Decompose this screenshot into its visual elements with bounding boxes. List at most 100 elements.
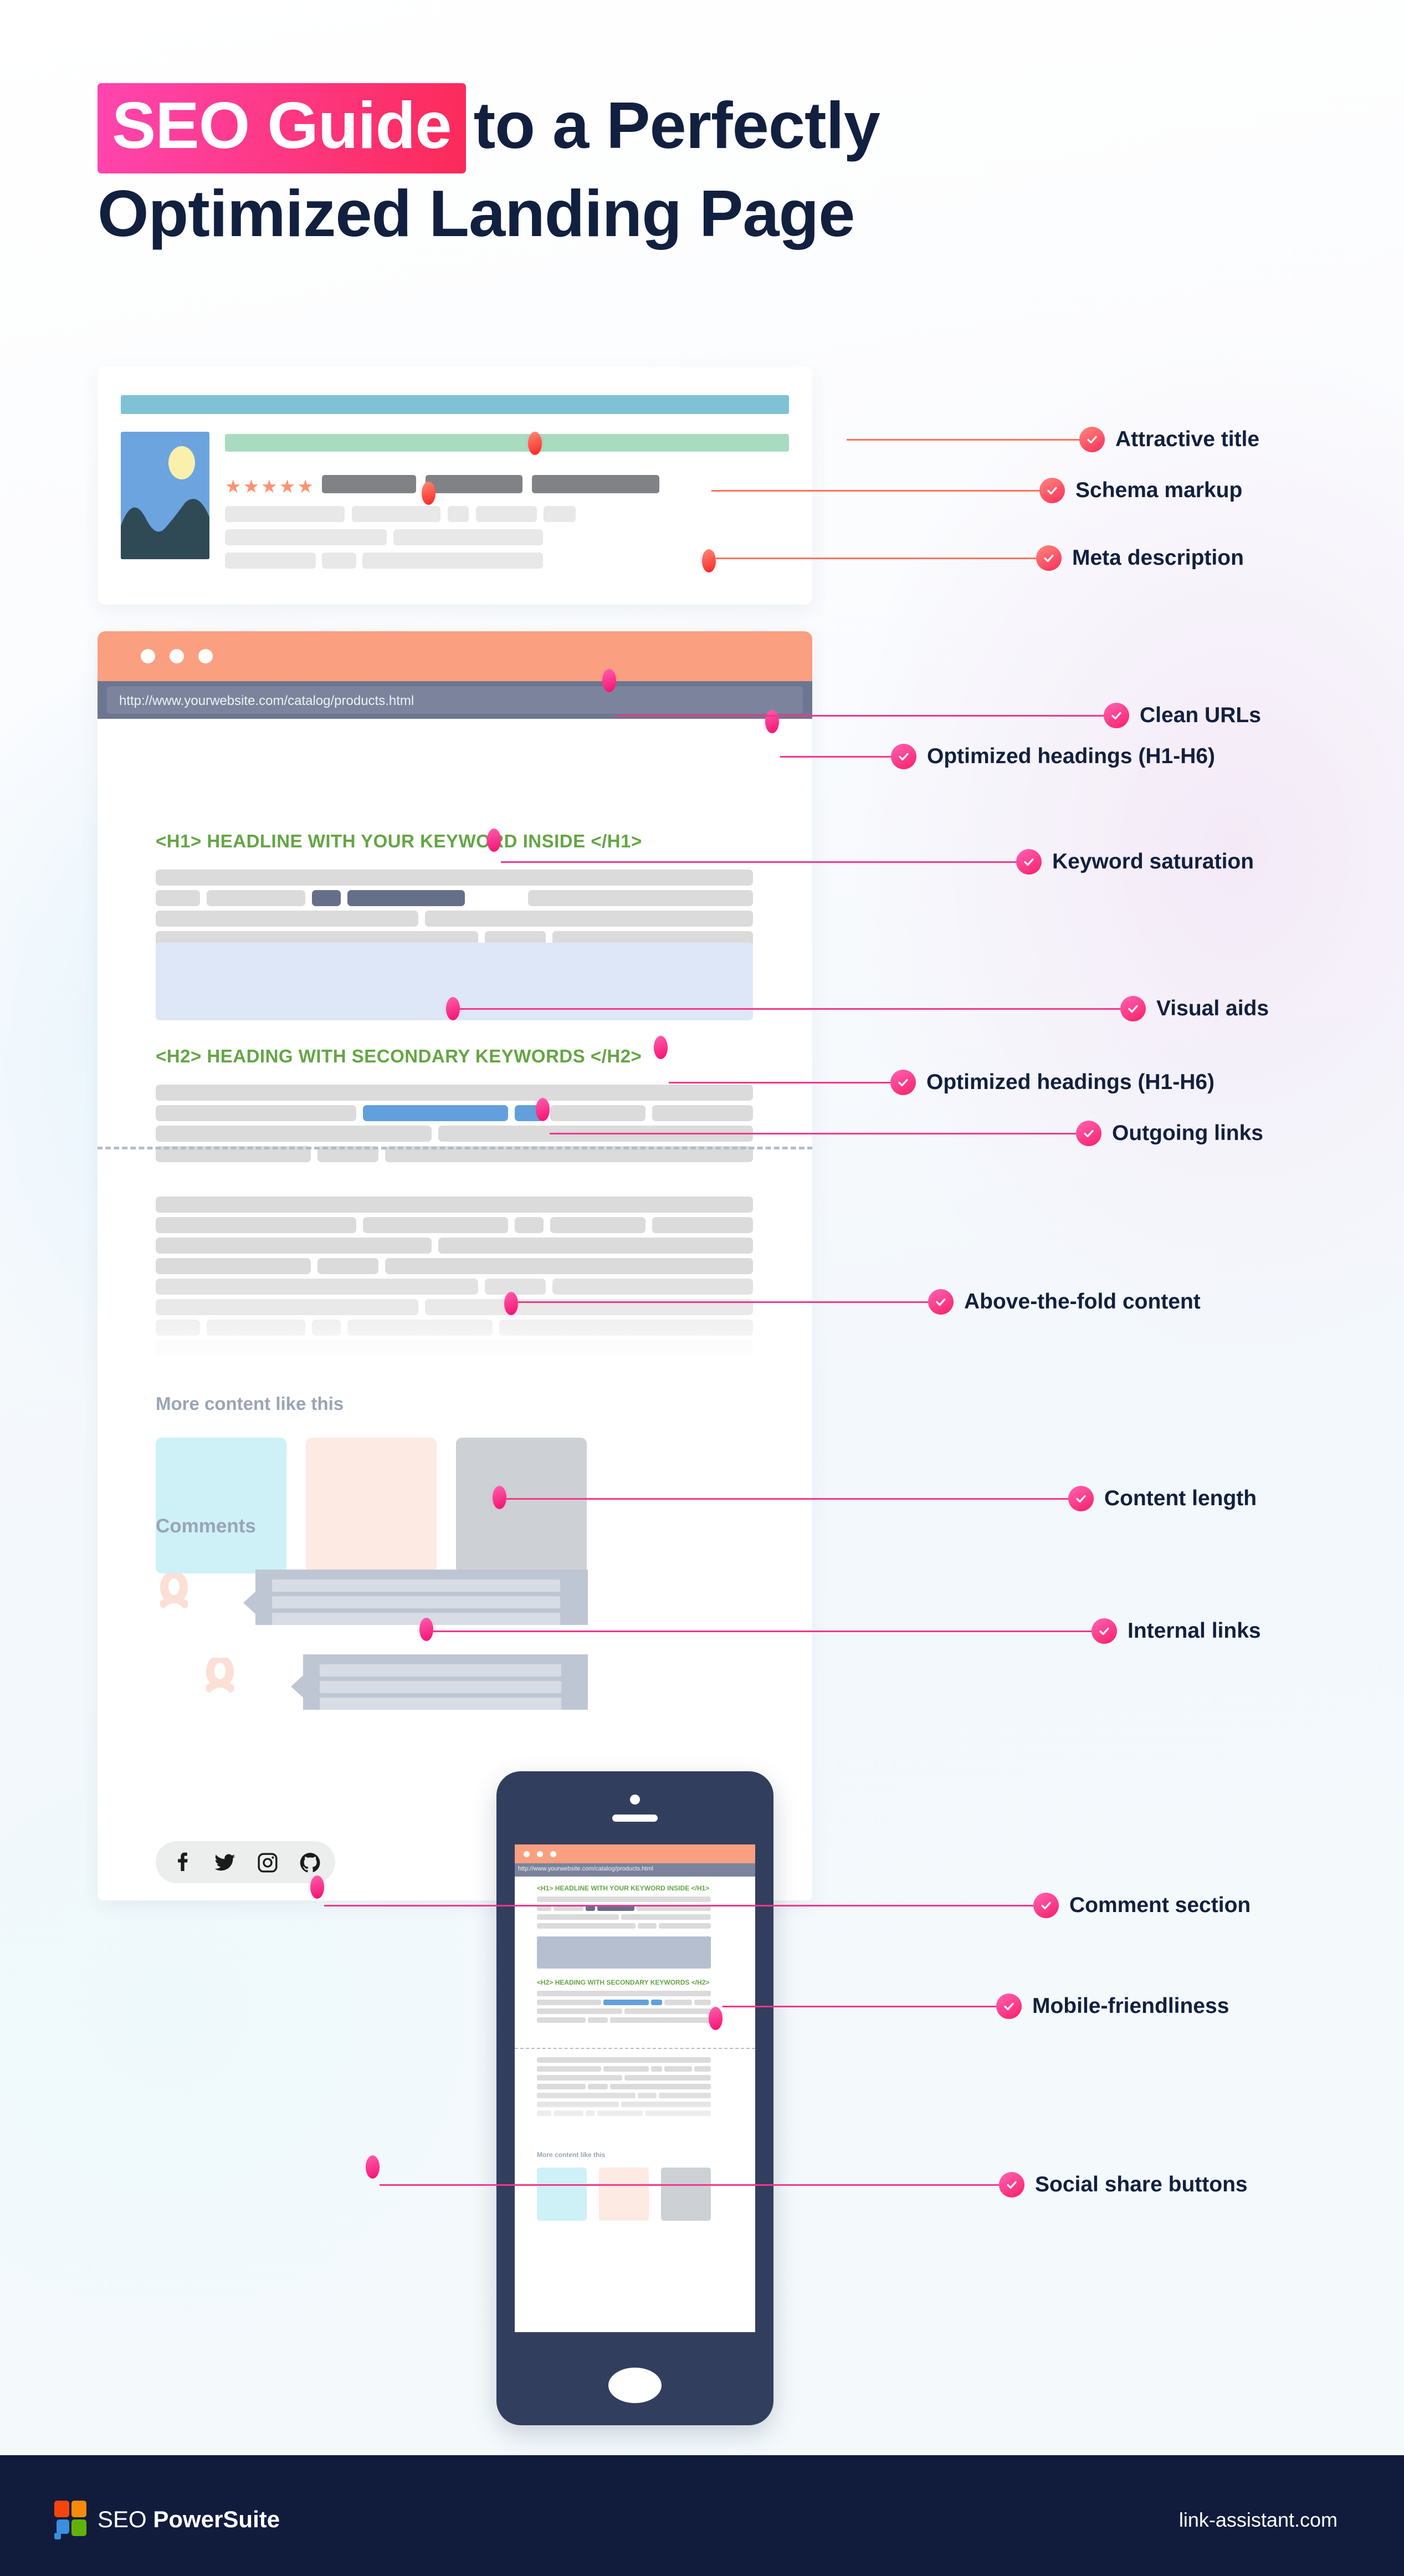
window-dot — [141, 649, 155, 663]
callout-label: Mobile-friendliness — [1032, 1994, 1229, 2018]
sun-shape — [168, 446, 195, 479]
internal-link-card[interactable] — [156, 1438, 286, 1573]
text-bar — [207, 890, 305, 906]
browser-window-mockup: http://www.yourwebsite.com/catalog/produ… — [98, 631, 812, 1900]
phone-earpiece-icon — [612, 1815, 658, 1822]
text-bar — [425, 911, 753, 927]
phone-outgoing-link-bar — [603, 2000, 649, 2005]
check-icon — [1076, 1121, 1101, 1146]
anchor-attractive-title — [525, 427, 544, 460]
leader-line — [780, 755, 891, 758]
meta-bar — [448, 506, 469, 522]
page-footer: SEO PowerSuite link-assistant.com — [0, 2455, 1404, 2576]
phone-text-bar — [610, 2084, 711, 2089]
phone-text-bar — [659, 2093, 711, 2098]
window-dot — [550, 1851, 556, 1857]
phone-text-bar — [664, 2000, 692, 2005]
callout-label: Internal links — [1128, 1619, 1261, 1643]
schema-bar — [532, 475, 659, 493]
serp-thumbnail-image — [121, 432, 209, 559]
text-bar — [652, 1105, 753, 1121]
leader-line — [518, 1301, 928, 1303]
window-dot — [524, 1851, 530, 1857]
phone-text-bar — [537, 2017, 586, 2023]
phone-text-bar — [554, 2110, 583, 2116]
text-bar — [363, 1217, 508, 1233]
phone-address-bar[interactable]: http://www.yourwebsite.com/catalog/produ… — [515, 1863, 755, 1877]
meta-bar — [393, 529, 543, 545]
text-bar — [156, 1299, 418, 1315]
outgoing-link-bar — [363, 1105, 508, 1121]
check-icon — [1016, 849, 1042, 875]
phone-text-bar — [659, 1923, 711, 1929]
browser-chrome-bar — [98, 631, 812, 681]
comment-line — [272, 1596, 560, 1608]
text-bar — [156, 1085, 753, 1101]
phone-mockup: http://www.yourwebsite.com/catalog/produ… — [496, 1771, 773, 2425]
leader-line — [550, 1132, 1076, 1134]
facebook-icon[interactable] — [171, 1852, 193, 1874]
brand-light: SEO — [98, 2506, 153, 2532]
twitter-icon[interactable] — [214, 1852, 236, 1874]
comment-bubble — [303, 1654, 588, 1710]
anchor-outgoing-links — [533, 1093, 552, 1126]
phone-text-bar — [624, 2008, 711, 2014]
leader-line — [616, 714, 1104, 717]
comment-line — [320, 1681, 561, 1693]
keyword-bar — [347, 890, 465, 906]
footer-url[interactable]: link-assistant.com — [1179, 2508, 1338, 2532]
phone-h1-heading: <H1> HEADLINE WITH YOUR KEYWORD INSIDE <… — [537, 1884, 710, 1892]
title-highlight: SEO Guide — [98, 83, 466, 174]
callout-internal-links: Internal links — [433, 1618, 1261, 1644]
callout-clean-urls: Clean URLs — [616, 703, 1261, 728]
callout-optimized-headings-h2: Optimized headings (H1-H6) — [669, 1070, 1215, 1095]
anchor-internal-links — [417, 1613, 435, 1646]
brand-bold: PowerSuite — [153, 2506, 280, 2532]
callout-label: Attractive title — [1115, 427, 1260, 451]
phone-text-bar — [537, 2000, 601, 2005]
social-share-bar — [156, 1841, 335, 1883]
anchor-above-the-fold — [501, 1287, 520, 1320]
above-the-fold-divider — [98, 1147, 812, 1149]
phone-text-bar — [537, 2075, 622, 2081]
phone-text-bar — [624, 2075, 711, 2081]
text-bar — [156, 911, 418, 927]
phone-text-bar — [694, 2066, 711, 2072]
anchor-visual-aids — [443, 992, 462, 1025]
callout-outgoing-links: Outgoing links — [550, 1121, 1263, 1146]
text-bar — [550, 1105, 645, 1121]
check-icon — [1079, 427, 1105, 452]
seo-powersuite-logo-icon — [54, 2501, 86, 2539]
phone-text-bar — [694, 2000, 711, 2005]
phone-text-bar — [664, 2066, 692, 2072]
anchor-h2-heading — [651, 1031, 670, 1064]
check-icon — [928, 1289, 954, 1315]
callout-label: Clean URLs — [1140, 703, 1261, 727]
content-fade-overlay — [98, 1321, 812, 1374]
callout-visual-aids: Visual aids — [460, 996, 1269, 1021]
anchor-content-length — [490, 1481, 509, 1514]
h2-heading: <H2> HEADING WITH SECONDARY KEYWORDS </H… — [156, 1046, 642, 1066]
leader-line — [716, 557, 1036, 559]
internal-link-card[interactable] — [306, 1438, 437, 1573]
leader-line — [506, 1497, 1068, 1500]
brand-name: SEO PowerSuite — [98, 2506, 280, 2533]
comment-line — [272, 1580, 560, 1592]
text-bar — [156, 1238, 432, 1254]
text-bar — [528, 890, 753, 906]
mountain-shape — [121, 499, 209, 559]
instagram-icon[interactable] — [257, 1852, 279, 1874]
phone-visual-aid-block — [537, 1936, 711, 1969]
phone-text-bar — [586, 2110, 595, 2116]
leader-line — [711, 489, 1039, 492]
text-bar — [156, 1279, 478, 1295]
phone-text-bar — [537, 2008, 622, 2014]
callout-label: Above-the-fold content — [964, 1290, 1201, 1313]
phone-text-bar — [621, 2102, 711, 2107]
phone-home-button[interactable] — [608, 2368, 662, 2403]
phone-text-bar — [638, 2093, 657, 2098]
schema-bar — [322, 475, 416, 493]
text-bar — [156, 1126, 432, 1142]
serp-header-bar — [121, 395, 789, 414]
comment-line — [320, 1664, 561, 1677]
